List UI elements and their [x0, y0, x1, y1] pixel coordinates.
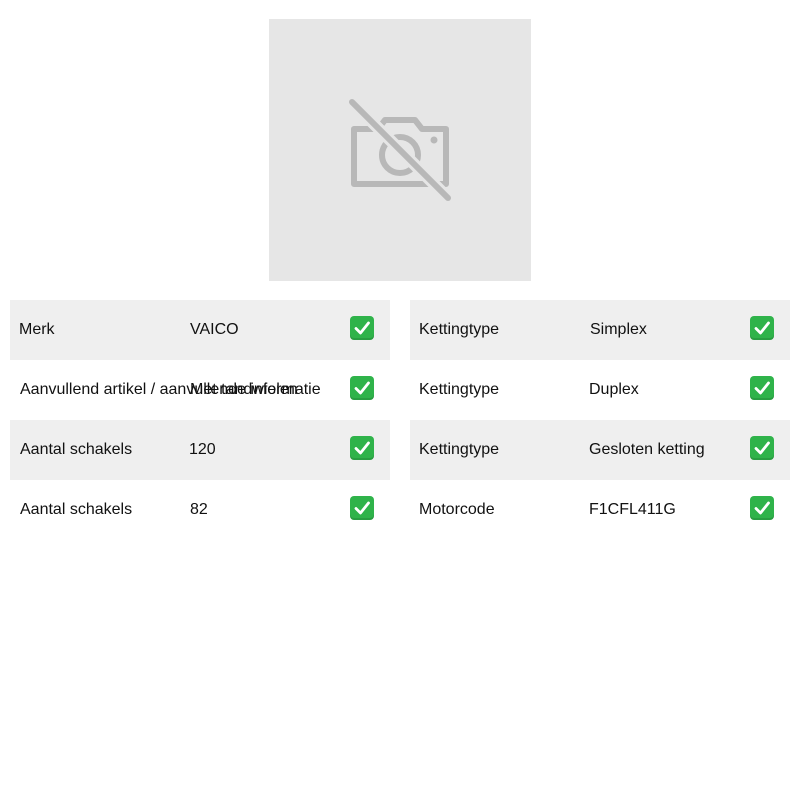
spec-label: Motorcode	[419, 501, 495, 518]
spec-label: Kettingtype	[419, 381, 500, 398]
spec-label: Kettingtype	[419, 321, 500, 338]
product-page: Merk VAICO Aanvullend artikel / aanvulle…	[0, 0, 800, 800]
spec-value: Duplex	[589, 381, 639, 398]
check-icon	[750, 316, 774, 340]
spec-label: Aantal schakels	[20, 501, 133, 518]
check-icon	[750, 376, 774, 400]
check-icon	[750, 436, 774, 460]
spec-value: Gesloten ketting	[589, 441, 705, 458]
check-icon	[350, 436, 374, 460]
check-icon	[350, 376, 374, 400]
spec-value: F1CFL411G	[589, 501, 676, 518]
spec-label: Aantal schakels	[20, 441, 133, 458]
spec-label: Merk	[19, 321, 55, 338]
spec-value: VAICO	[190, 321, 239, 338]
spec-row: Kettingtype Simplex	[410, 300, 790, 360]
spec-row: Motorcode F1CFL411G	[410, 480, 790, 540]
spec-row: Merk VAICO	[10, 300, 390, 360]
spec-value: Simplex	[590, 321, 647, 338]
spec-table-left: Merk VAICO Aanvullend artikel / aanvulle…	[10, 300, 390, 540]
product-image-placeholder	[269, 19, 531, 281]
spec-row: Aanvullend artikel / aanvullende informa…	[10, 360, 390, 420]
spec-row: Kettingtype Gesloten ketting	[410, 420, 790, 480]
check-icon	[750, 496, 774, 520]
camera-off-icon	[348, 98, 452, 202]
spec-row: Aantal schakels 82	[10, 480, 390, 540]
check-icon	[350, 496, 374, 520]
spec-value: 82	[190, 501, 208, 518]
spec-value: Met tandwielen	[190, 381, 298, 398]
spec-value: 120	[189, 441, 216, 458]
spec-row: Aantal schakels 120	[10, 420, 390, 480]
spec-label: Kettingtype	[419, 441, 500, 458]
spec-row: Kettingtype Duplex	[410, 360, 790, 420]
check-icon	[350, 316, 374, 340]
spec-table-right: Kettingtype Simplex Kettingtype Duplex K…	[410, 300, 790, 540]
